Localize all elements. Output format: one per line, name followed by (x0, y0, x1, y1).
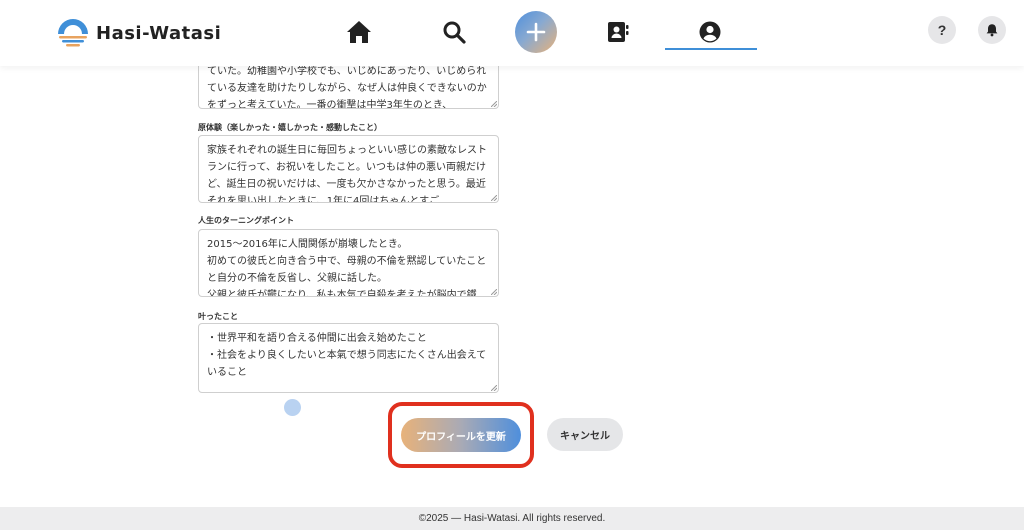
logo[interactable]: Hasi-Watasi (56, 16, 221, 50)
footer: ©2025 — Hasi-Watasi. All rights reserved… (0, 507, 1024, 530)
cancel-button[interactable]: キャンセル (547, 418, 623, 451)
plus-icon (526, 22, 546, 42)
logo-icon (58, 19, 88, 47)
cursor-indicator (284, 399, 301, 416)
user-circle-icon (699, 21, 721, 43)
nav-search[interactable] (436, 14, 472, 50)
home-icon (347, 21, 371, 43)
help-button[interactable]: ? (928, 16, 956, 44)
origin-experience-textarea[interactable]: 家族それぞれの誕生日に毎回ちょっといい感じの素敵なレストランに行って、お祝いをし… (198, 135, 499, 203)
logo-text: Hasi-Watasi (96, 22, 222, 44)
achievements-label: 叶ったこと (198, 312, 238, 321)
notifications-button[interactable] (978, 16, 1006, 44)
copyright-text: ©2025 — Hasi-Watasi. All rights reserved… (418, 513, 606, 524)
turning-point-textarea[interactable]: 2015〜2016年に人間関係が崩壊したとき。 初めての彼氏と向き合う中で、母親… (198, 229, 499, 297)
search-icon (443, 21, 466, 44)
active-tab-indicator (665, 48, 757, 50)
bell-icon (986, 24, 998, 37)
resize-grip-icon[interactable] (491, 385, 497, 391)
resize-grip-icon[interactable] (491, 195, 497, 201)
nav-profile[interactable] (692, 14, 728, 50)
origin-experience-label: 原体験（楽しかった・嬉しかった・感動したこと） (198, 123, 382, 132)
resize-grip-icon[interactable] (491, 289, 497, 295)
turning-point-label: 人生のターニングポイント (198, 216, 294, 225)
nav-contacts[interactable] (600, 14, 636, 50)
top-nav-bar: Hasi-Watasi ? (0, 0, 1024, 66)
nav-add-button[interactable] (515, 11, 557, 53)
achievements-textarea[interactable]: ・世界平和を語り合える仲間に出会え始めたこと ・社会をより良くしたいと本氣で想う… (198, 323, 499, 393)
nav-home[interactable] (341, 14, 377, 50)
question-icon: ? (937, 22, 947, 38)
address-book-icon (608, 22, 629, 42)
update-profile-button[interactable]: プロフィールを更新 (401, 418, 521, 452)
resize-grip-icon[interactable] (491, 101, 497, 107)
